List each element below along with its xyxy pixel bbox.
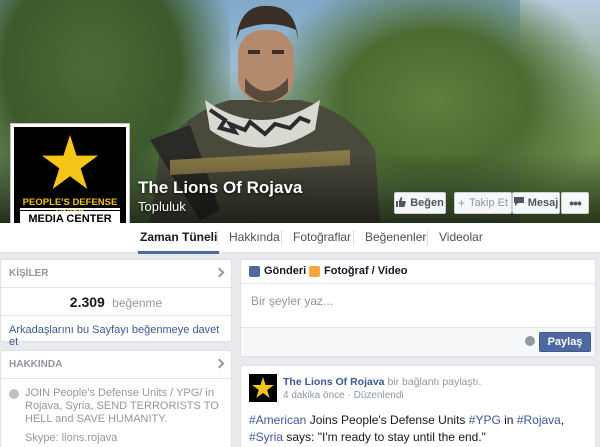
post-meta: 4 dakika önce · Düzenlendi	[283, 390, 404, 401]
message-button[interactable]: Mesaj	[512, 192, 560, 214]
tab-divider	[281, 230, 282, 246]
photo-icon	[309, 265, 320, 277]
composer-tab-post[interactable]: Gönderi	[249, 265, 306, 277]
composer-tabs: Gönderi Fotoğraf / Video	[241, 260, 595, 284]
like-button-label: Beğen	[410, 197, 444, 209]
likes-count: 2.309	[69, 294, 105, 310]
hashtag-link[interactable]: #Syria	[249, 430, 283, 444]
about-header-label: HAKKINDA	[9, 359, 63, 370]
skype-contact: Skype: lions.rojava	[25, 432, 118, 444]
about-body: JOIN People's Defense Units / YPG/ in Ro…	[1, 379, 231, 444]
hashtag-link[interactable]: #Rojava	[517, 413, 561, 427]
follow-button[interactable]: + Takip Et	[454, 192, 512, 214]
share-button[interactable]: Paylaş	[539, 332, 591, 352]
likes-summary: 2.309 beğenme	[1, 288, 231, 316]
composer-input[interactable]: Bir şeyler yaz...	[241, 284, 595, 328]
composer-footer: Paylaş	[241, 328, 595, 356]
post-text-segment: Joins People's Defense Units	[309, 413, 466, 427]
tab-likes[interactable]: Beğenenler	[365, 223, 426, 253]
more-dots-icon: •••	[569, 195, 582, 211]
post-time[interactable]: 4 dakika önce	[283, 390, 345, 401]
post-action: paylaştı.	[442, 376, 482, 388]
tab-about[interactable]: Hakkında	[229, 223, 280, 253]
follow-button-label: Takip Et	[468, 197, 509, 209]
message-button-label: Mesaj	[527, 197, 559, 209]
likes-label: beğenme	[112, 296, 163, 310]
post-link-text[interactable]: bir bağlantı	[387, 376, 439, 388]
post-text-segment: in	[504, 413, 514, 427]
tab-divider	[427, 230, 428, 246]
page-category[interactable]: Topluluk	[138, 199, 186, 214]
star-icon	[42, 135, 98, 189]
post-author[interactable]: The Lions Of Rojava	[283, 376, 385, 388]
people-header[interactable]: KİŞİLER	[1, 260, 231, 288]
more-options-button[interactable]: •••	[561, 192, 589, 214]
hashtag-link[interactable]: #American	[249, 413, 306, 427]
about-header[interactable]: HAKKINDA	[1, 351, 231, 379]
plus-icon: +	[457, 196, 465, 210]
info-icon	[9, 389, 19, 399]
tab-divider	[217, 230, 218, 246]
star-icon	[252, 377, 274, 398]
post-edited[interactable]: Düzenlendi	[354, 390, 404, 401]
message-icon	[513, 197, 524, 209]
thumbs-up-icon	[396, 196, 407, 210]
composer-tab-photo-label: Fotoğraf / Video	[324, 265, 408, 277]
tab-timeline[interactable]: Zaman Tüneli	[137, 223, 220, 254]
about-description: JOIN People's Defense Units / YPG/ in Ro…	[25, 387, 219, 425]
chevron-right-icon	[214, 267, 225, 278]
pencil-icon	[249, 265, 260, 277]
post-composer: Gönderi Fotoğraf / Video Bir şeyler yaz.…	[240, 259, 596, 357]
post-avatar[interactable]	[249, 374, 277, 402]
composer-tab-photo[interactable]: Fotoğraf / Video	[309, 265, 408, 277]
like-button[interactable]: Beğen	[394, 192, 446, 214]
hashtag-link[interactable]: #YPG	[469, 413, 501, 427]
post-text: #American Joins People's Defense Units #…	[249, 413, 565, 444]
people-header-label: KİŞİLER	[9, 268, 49, 279]
post-header: The Lions Of Rojava bir bağlantı paylaşt…	[283, 376, 481, 388]
tab-divider	[353, 230, 354, 246]
composer-tab-post-label: Gönderi	[264, 265, 307, 277]
about-panel: HAKKINDA JOIN People's Defense Units / Y…	[0, 350, 232, 447]
timeline-post: The Lions Of Rojava bir bağlantı paylaşt…	[240, 365, 596, 447]
people-panel: KİŞİLER 2.309 beğenme Arkadaşlarını bu S…	[0, 259, 232, 348]
post-text-segment: says: "I'm ready to stay until the end."	[286, 430, 486, 444]
logo-divider	[20, 208, 120, 210]
globe-icon[interactable]	[525, 336, 535, 346]
page-tabs: Zaman Tüneli Hakkında Fotoğraflar Beğene…	[0, 223, 600, 254]
tab-videos[interactable]: Videolar	[439, 223, 483, 253]
tab-photos[interactable]: Fotoğraflar	[293, 223, 351, 253]
chevron-right-icon	[214, 358, 225, 369]
page-title[interactable]: The Lions Of Rojava	[138, 178, 302, 198]
